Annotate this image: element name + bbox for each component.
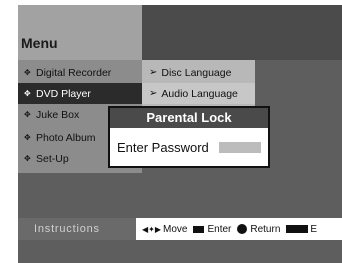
enter-label: Enter [207,223,232,235]
instructions-label: Instructions [18,218,136,240]
bullet-icon: ✥ [24,110,31,119]
title-bar-right [142,5,342,60]
return-label: Return [250,223,281,235]
submenu-item-label: Disc Language [161,66,232,79]
four-way-arrow-icon: ◀✦▶ [142,224,162,234]
menu-item-digital-recorder[interactable]: ✥ Digital Recorder [18,62,142,83]
menu-item-label: Photo Album [36,131,96,144]
password-label: Enter Password [117,139,209,155]
dialog-title: Parental Lock [110,108,268,128]
parental-lock-dialog: Parental Lock Enter Password [108,106,270,168]
submenu-item-label: Audio Language [161,87,238,100]
menu-item-label: DVD Player [36,87,91,100]
exit-label: E [310,223,318,235]
menu-item-dvd-player[interactable]: ✥ DVD Player [18,83,142,104]
menu-item-label: Juke Box [36,108,80,121]
right-arrow-icon: ➢ [149,67,158,78]
enter-key-icon [193,225,205,233]
submenu-item-audio-language[interactable]: ➢ Audio Language [142,83,255,104]
title-bar: Menu [18,5,142,60]
right-arrow-icon: ➢ [149,88,158,99]
password-row: Enter Password [110,128,268,166]
instructions-bar: ◀✦▶ Move Enter Return E [136,218,342,240]
submenu-item-disc-language[interactable]: ➢ Disc Language [142,62,255,83]
menu-title: Menu [21,35,58,51]
menu-key-icon [286,225,309,233]
bottom-band [18,240,342,263]
bullet-icon: ✥ [24,68,31,77]
password-field[interactable] [218,141,261,153]
move-label: Move [163,223,188,235]
osd-screen: Menu ✥ Digital Recorder ✥ DVD Player ✥ J… [18,5,342,263]
menu-item-label: Set-Up [36,152,69,165]
bullet-icon: ✥ [24,133,31,142]
return-circle-icon [237,224,248,234]
bullet-icon: ✥ [24,154,31,163]
menu-item-label: Digital Recorder [36,66,112,79]
bullet-icon: ✥ [24,89,31,98]
lower-panel [18,173,342,210]
